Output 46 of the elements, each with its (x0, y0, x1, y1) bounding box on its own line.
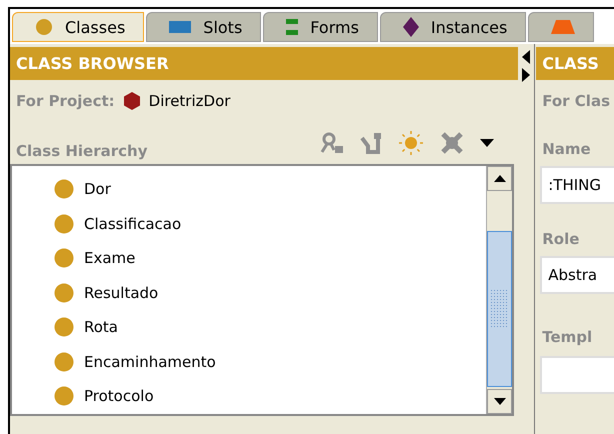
scrollbar[interactable] (486, 166, 512, 414)
tab[interactable]: Forms (263, 12, 378, 42)
rectangle-icon (169, 21, 192, 33)
bars-icon (286, 19, 298, 35)
panel-header: CLASS (536, 47, 614, 80)
name-field[interactable]: :THING (540, 166, 614, 204)
hexagon-icon (122, 92, 141, 110)
tree-item[interactable]: Rota (84, 318, 118, 336)
class-dot-icon (54, 248, 74, 268)
role-label: Role (541, 230, 580, 248)
hierarchy-label: Class Hierarchy (16, 142, 148, 160)
role-field[interactable]: Abstra (540, 256, 614, 294)
collapse-left-icon[interactable] (522, 50, 530, 64)
tab[interactable]: Classes (12, 12, 144, 42)
class-dot-icon (54, 352, 74, 372)
tree-item[interactable]: Encaminhamento (84, 352, 216, 371)
project-label: For Project: (16, 92, 115, 110)
name-label: Name (541, 140, 592, 158)
class-dot-icon (54, 386, 74, 406)
circle-icon (35, 18, 53, 36)
tree-item[interactable]: Protocolo (84, 387, 154, 406)
for-class-label: For Clas (542, 92, 610, 110)
tree-item[interactable]: Exame (84, 249, 136, 268)
panel-header: CLASS BROWSER (10, 47, 518, 80)
tree-item[interactable]: Classificacao (84, 214, 182, 233)
tree-item[interactable]: Dor (84, 180, 111, 198)
class-dot-icon (54, 179, 74, 200)
class-dot-icon (54, 214, 74, 234)
tab[interactable]: Slots (146, 12, 262, 42)
tree-item[interactable]: Resultado (84, 284, 158, 302)
scroll-up-button[interactable] (487, 166, 512, 191)
class-dot-icon (54, 317, 74, 338)
tab[interactable] (528, 12, 594, 42)
class-dot-icon (54, 282, 74, 303)
down-arrow-icon (494, 398, 506, 405)
diamond-icon (402, 17, 419, 37)
project-name: DiretrizDor (148, 92, 230, 110)
triangle-icon (551, 20, 576, 34)
expand-right-icon[interactable] (522, 68, 530, 82)
tab[interactable]: Instances (380, 12, 526, 42)
scroll-down-button[interactable] (487, 389, 512, 414)
dropdown-arrow-icon[interactable] (480, 139, 494, 147)
up-arrow-icon (494, 175, 506, 182)
scroll-thumb[interactable] (487, 231, 512, 387)
template-label: Templ (541, 328, 594, 346)
sun-icon[interactable] (398, 130, 424, 156)
